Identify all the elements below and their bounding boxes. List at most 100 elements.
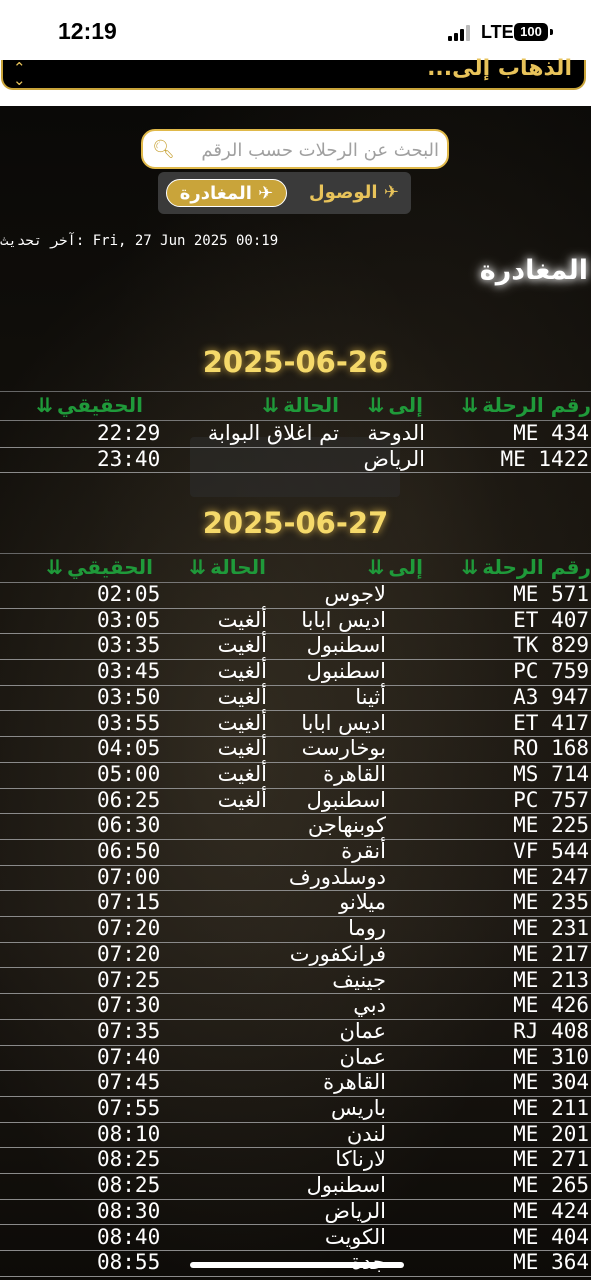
table-row[interactable]: ME 404 الكويت 08:40 bbox=[0, 1225, 591, 1252]
actual-time: 07:20 bbox=[97, 916, 161, 941]
table-row[interactable]: ME 1422 الرياض 23:40 bbox=[0, 447, 591, 474]
flight-number: ME 235 bbox=[513, 890, 589, 915]
status-time: 12:19 bbox=[58, 18, 117, 44]
flight-number: ME 225 bbox=[513, 813, 589, 838]
flight-number: ME 201 bbox=[513, 1121, 589, 1146]
table-row[interactable]: ME 304 القاهرة 07:45 bbox=[0, 1070, 591, 1097]
sort-icon[interactable]: ⇊ bbox=[461, 393, 478, 417]
destination: دبي bbox=[353, 993, 386, 1018]
flight-number: ME 231 bbox=[513, 916, 589, 941]
destination: باريس bbox=[330, 1096, 386, 1120]
column-header-to[interactable]: إلى⇊ bbox=[368, 393, 423, 417]
network-label: LTE bbox=[481, 22, 514, 42]
destination: أنقرة bbox=[341, 839, 386, 863]
table-row[interactable]: ME 434 الدوحة تم اغلاق البوابة 22:29 bbox=[0, 421, 591, 448]
table-row[interactable]: ME 217 فرانكفورت 07:20 bbox=[0, 942, 591, 969]
arrivals-departures-toggle: ✈ المغادرة ✈ الوصول bbox=[158, 172, 411, 214]
table-row[interactable]: ME 201 لندن 08:10 bbox=[0, 1122, 591, 1149]
actual-time: 06:25 bbox=[97, 787, 161, 812]
sort-icon[interactable]: ⇊ bbox=[368, 393, 385, 417]
flight-number: RO 168 bbox=[513, 736, 589, 761]
flight-number: TK 829 bbox=[513, 633, 589, 658]
table-row[interactable]: ME 571 لاجوس 02:05 bbox=[0, 582, 591, 609]
flight-number: ET 407 bbox=[513, 607, 589, 632]
actual-time: 07:00 bbox=[97, 864, 161, 889]
table-row[interactable]: ET 407 اديس ابابا ألغيت 03:05 bbox=[0, 608, 591, 635]
table-row[interactable]: VF 544 أنقرة 06:50 bbox=[0, 839, 591, 866]
table-header: رقم الرحلة⇊ إلى⇊ الحالة⇊ الحقيقي⇊ bbox=[0, 391, 591, 421]
destination: لارناكا bbox=[335, 1147, 386, 1172]
table-row[interactable]: ME 225 كوبنهاجن 06:30 bbox=[0, 813, 591, 840]
destination-dropdown[interactable]: ⌃ ⌄ الذهاب إلى... bbox=[1, 56, 586, 90]
table-row[interactable]: ME 247 دوسلدورف 07:00 bbox=[0, 865, 591, 892]
table-row[interactable]: ME 235 ميلانو 07:15 bbox=[0, 890, 591, 918]
column-header-status[interactable]: الحالة⇊ bbox=[262, 393, 339, 417]
tab-departures[interactable]: ✈ المغادرة bbox=[166, 179, 287, 207]
table-row[interactable]: ME 231 روما 07:20 bbox=[0, 916, 591, 943]
table-row[interactable]: ME 213 جينيف 07:25 bbox=[0, 968, 591, 995]
search-input[interactable] bbox=[179, 137, 441, 163]
destination: روما bbox=[348, 916, 386, 941]
actual-time: 08:30 bbox=[97, 1198, 161, 1223]
table-row[interactable]: RO 168 بوخارست ألغيت 04:05 bbox=[0, 736, 591, 763]
sort-icon[interactable]: ⇊ bbox=[262, 393, 279, 417]
flight-status: ألغيت bbox=[217, 633, 267, 658]
flight-status: ألغيت bbox=[217, 607, 267, 632]
flight-number: ME 304 bbox=[513, 1070, 589, 1095]
table-row[interactable]: A3 947 أثينا ألغيت 03:50 bbox=[0, 685, 591, 712]
flight-number: ME 426 bbox=[513, 993, 589, 1018]
destination: اسطنبول bbox=[306, 1173, 386, 1198]
sort-icon[interactable]: ⇊ bbox=[189, 555, 206, 579]
actual-time: 04:05 bbox=[97, 736, 161, 761]
search-box[interactable]: 🔍︎ bbox=[141, 129, 449, 169]
sort-icon[interactable]: ⇊ bbox=[461, 555, 478, 579]
column-header-status[interactable]: الحالة⇊ bbox=[189, 555, 266, 579]
table-row[interactable]: ME 211 باريس 07:55 bbox=[0, 1096, 591, 1123]
destination: اسطنبول bbox=[306, 787, 386, 812]
actual-time: 08:40 bbox=[97, 1224, 161, 1249]
sort-icon[interactable]: ⇊ bbox=[46, 555, 63, 579]
tab-arrivals[interactable]: ✈ الوصول bbox=[304, 179, 404, 207]
chevron-updown-icon: ⌃ ⌄ bbox=[13, 59, 26, 89]
flight-number: PC 759 bbox=[513, 659, 589, 684]
flight-status: ألغيت bbox=[217, 736, 267, 761]
table-row[interactable]: PC 757 اسطنبول ألغيت 06:25 bbox=[0, 788, 591, 815]
actual-time: 07:40 bbox=[97, 1044, 161, 1069]
destination: ميلانو bbox=[339, 890, 386, 915]
table-row[interactable]: PC 759 اسطنبول ألغيت 03:45 bbox=[0, 659, 591, 686]
flight-number: VF 544 bbox=[513, 839, 589, 863]
column-header-to[interactable]: إلى⇊ bbox=[368, 555, 423, 579]
column-header-actual[interactable]: الحقيقي⇊ bbox=[46, 555, 153, 579]
flight-number: ET 417 bbox=[513, 710, 589, 735]
table-row[interactable]: ME 310 عمان 07:40 bbox=[0, 1045, 591, 1072]
search-icon[interactable]: 🔍︎ bbox=[152, 139, 175, 160]
actual-time: 07:30 bbox=[97, 993, 161, 1018]
actual-time: 07:55 bbox=[97, 1096, 161, 1120]
destination: لندن bbox=[346, 1121, 386, 1146]
sort-icon[interactable]: ⇊ bbox=[36, 393, 53, 417]
table-row[interactable]: TK 829 اسطنبول ألغيت 03:35 bbox=[0, 633, 591, 661]
sort-icon[interactable]: ⇊ bbox=[368, 555, 385, 579]
table-row[interactable]: ME 271 لارناكا 08:25 bbox=[0, 1147, 591, 1175]
column-header-flight[interactable]: رقم الرحلة⇊ bbox=[461, 393, 591, 417]
destination: الدوحة bbox=[367, 421, 425, 445]
destination: الرياض bbox=[363, 446, 425, 471]
table-row[interactable]: ET 417 اديس ابابا ألغيت 03:55 bbox=[0, 711, 591, 738]
flight-number: ME 247 bbox=[513, 864, 589, 889]
table-row[interactable]: RJ 408 عمان 07:35 bbox=[0, 1019, 591, 1046]
table-row[interactable]: ME 424 الرياض 08:30 bbox=[0, 1199, 591, 1226]
flight-status: ألغيت bbox=[217, 761, 267, 786]
destination: دوسلدورف bbox=[288, 864, 386, 889]
actual-time: 08:25 bbox=[97, 1173, 161, 1198]
table-row[interactable]: ME 265 اسطنبول 08:25 bbox=[0, 1173, 591, 1200]
actual-time: 08:55 bbox=[97, 1250, 161, 1275]
arrival-plane-icon: ✈ bbox=[383, 182, 399, 203]
table-row[interactable]: MS 714 القاهرة ألغيت 05:00 bbox=[0, 762, 591, 789]
actual-time: 03:35 bbox=[97, 633, 161, 658]
column-header-flight[interactable]: رقم الرحلة⇊ bbox=[461, 555, 591, 579]
flight-number: A3 947 bbox=[513, 684, 589, 709]
column-header-actual[interactable]: الحقيقي⇊ bbox=[36, 393, 143, 417]
table-row[interactable]: ME 426 دبي 07:30 bbox=[0, 993, 591, 1020]
departure-plane-icon: ✈ bbox=[258, 183, 274, 204]
actual-time: 03:45 bbox=[97, 659, 161, 684]
